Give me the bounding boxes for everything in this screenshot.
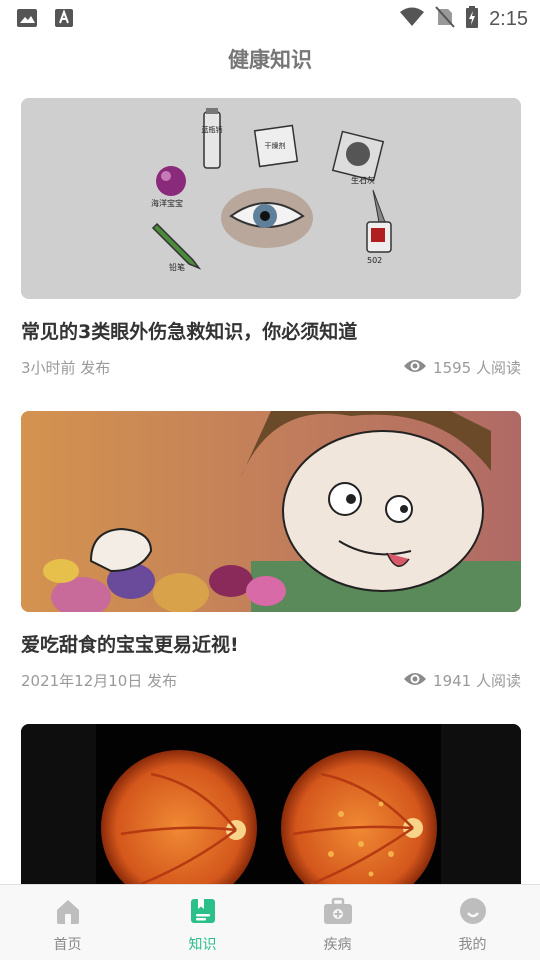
home-icon	[54, 897, 82, 929]
wifi-icon	[399, 7, 425, 31]
article-title[interactable]: 爱吃甜食的宝宝更易近视!	[21, 630, 239, 657]
status-bar: 2:15	[0, 0, 540, 36]
pencil-label: 铅笔	[169, 262, 185, 272]
tab-disease-label: 疾病	[323, 937, 352, 953]
article-title[interactable]: 常见的3类眼外伤急救知识，你必须知道	[21, 317, 357, 344]
no-sim-icon	[435, 6, 455, 32]
status-time: 2:15	[489, 7, 528, 30]
battery-charging-icon	[465, 6, 479, 32]
article-meta: 2021年12月10日 发布 1941 人阅读	[21, 670, 521, 691]
eye-icon	[403, 358, 427, 378]
tab-home[interactable]: 首页	[0, 885, 135, 960]
article-card[interactable]: 蓝瓶钙 干燥剂 生石灰 海洋宝宝 铅笔 502 常见的3类眼外伤急救知识，你必须…	[21, 98, 521, 377]
page-title: 健康知识	[228, 48, 312, 72]
tab-knowledge-label: 知识	[188, 937, 217, 953]
article-publish-time: 2021年12月10日 发布	[21, 672, 178, 690]
lime-label: 生石灰	[351, 175, 375, 185]
article-card[interactable]: 爱吃甜食的宝宝更易近视! 2021年12月10日 发布 1941 人阅读	[21, 411, 521, 690]
bottom-tab-bar: 首页 知识 疾病 我的	[0, 884, 540, 960]
tab-home-label: 首页	[53, 937, 82, 953]
eye-icon	[403, 671, 427, 691]
tab-profile-label: 我的	[458, 937, 487, 953]
article-view-count: 1595 人阅读	[433, 359, 521, 377]
ball-label: 海洋宝宝	[151, 198, 183, 208]
article-publish-time: 3小时前 发布	[21, 359, 111, 377]
article-view-count: 1941 人阅读	[433, 672, 521, 690]
article-views: 1595 人阅读	[403, 357, 521, 378]
article-meta: 3小时前 发布 1595 人阅读	[21, 357, 521, 378]
knowledge-icon	[189, 897, 217, 929]
glue-label: 502	[367, 256, 382, 265]
gallery-notification-icon	[16, 8, 38, 32]
tab-disease[interactable]: 疾病	[270, 885, 405, 960]
packet-label: 干燥剂	[265, 141, 286, 150]
article-views: 1941 人阅读	[403, 670, 521, 691]
article-image[interactable]	[21, 411, 521, 612]
tab-profile[interactable]: 我的	[405, 885, 540, 960]
article-image[interactable]: 蓝瓶钙 干燥剂 生石灰 海洋宝宝 铅笔 502	[21, 98, 521, 299]
disease-icon	[323, 897, 353, 929]
bottle-label: 蓝瓶钙	[202, 125, 223, 134]
font-notification-icon	[54, 8, 74, 32]
profile-icon	[459, 897, 487, 929]
tab-knowledge[interactable]: 知识	[135, 885, 270, 960]
